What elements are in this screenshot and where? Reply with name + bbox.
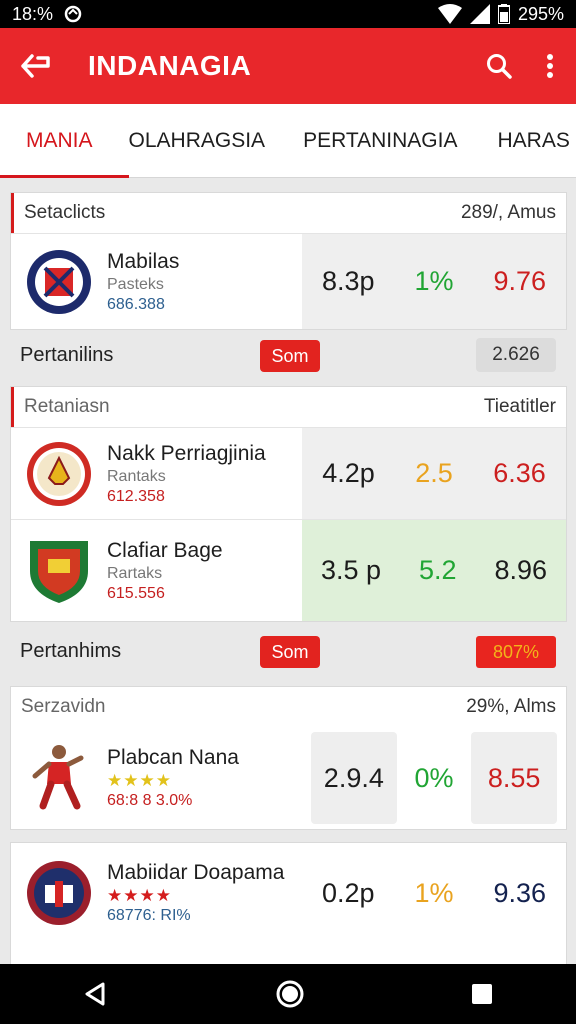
odds-value[interactable]: 8.96	[494, 555, 547, 586]
sync-icon	[64, 5, 82, 23]
match-row[interactable]: Mabilas Pasteks 686.388 8.3p 1% 9.76	[11, 233, 566, 329]
odds-value[interactable]: 9.76	[493, 266, 546, 297]
tab-haras[interactable]: HARAS	[498, 104, 570, 178]
odds-value[interactable]: 0%	[414, 763, 453, 794]
tab-mania[interactable]: MANIA	[0, 104, 128, 178]
battery-percent: 295%	[517, 3, 564, 24]
player-photo	[23, 742, 95, 814]
status-time: 18:%	[12, 3, 54, 24]
team-number: 612.358	[107, 487, 165, 505]
team-number: 686.388	[107, 295, 165, 313]
odds-value[interactable]: 6.36	[493, 458, 546, 489]
battery-icon	[497, 4, 510, 24]
player-name: Plabcan Nana	[107, 746, 239, 769]
match-row[interactable]: Plabcan Nana ★★★★ 68:8 8 3.0% 2.9.4 0% 8…	[11, 727, 566, 829]
league-meta: 29%, Alms	[466, 696, 556, 717]
back-button[interactable]	[0, 52, 72, 80]
odds-group: 0.2p 1% 9.36	[302, 843, 566, 943]
odds-group: 8.3p 1% 9.76	[302, 234, 566, 329]
signal-icon	[469, 4, 490, 24]
league-header: Serzavidn 29%, Alms	[11, 687, 566, 727]
odds-group: 4.2p 2.5 6.36	[302, 428, 566, 519]
app-title: INDANAGIA	[88, 50, 252, 81]
odds-group: 3.5 p 5.2 8.96	[302, 520, 566, 621]
team-name: Nakk Perriagjinia	[107, 441, 266, 465]
league-header: Setaclicts 289/, Amus	[11, 193, 566, 233]
summary-value: 807%	[476, 636, 556, 668]
league-meta: Tieatitler	[483, 396, 556, 417]
tab-bar: MANIA OLAHRAGSIA PERTANINAGIA HARAS	[0, 104, 576, 178]
tab-olahragsia[interactable]: OLAHRAGSIA	[129, 104, 266, 178]
nav-recents-icon[interactable]	[471, 983, 493, 1005]
odds-value[interactable]: 3.5 p	[321, 555, 381, 586]
app-bar: INDANAGIA	[0, 28, 576, 104]
team-crest-icon	[23, 438, 95, 510]
summary-value: 2.626	[476, 338, 556, 372]
more-vert-icon[interactable]	[546, 53, 554, 79]
rating-stars: ★★★★	[107, 886, 172, 905]
system-nav-bar	[0, 964, 576, 1024]
search-icon[interactable]	[486, 53, 512, 79]
odds-value[interactable]: 2.5	[415, 458, 453, 489]
team-subtitle: Rartaks	[107, 564, 163, 582]
league-title: Serzavidn	[21, 696, 106, 717]
nav-back-icon[interactable]	[83, 981, 109, 1007]
odds-value[interactable]: 9.36	[493, 878, 546, 909]
odds-value[interactable]: 5.2	[419, 555, 457, 586]
odds-value[interactable]: 4.2p	[322, 458, 375, 489]
som-badge[interactable]: Som	[260, 340, 320, 372]
match-row[interactable]: Nakk Perriagjinia Rantaks 612.358 4.2p 2…	[11, 427, 566, 519]
summary-label: Pertanhims	[20, 639, 122, 662]
nav-home-icon[interactable]	[275, 979, 305, 1009]
team-name: Mabiidar Doapama	[107, 861, 285, 884]
team-name: Clafiar Bage	[107, 538, 223, 562]
team-number: 68776: RI%	[107, 907, 191, 924]
league-card: Mabiidar Doapama ★★★★ 68776: RI% 0.2p 1%…	[10, 842, 567, 964]
rating-stars: ★★★★	[107, 771, 172, 790]
league-title: Retaniasn	[24, 396, 110, 417]
team-subtitle: Pasteks	[107, 275, 164, 293]
team-crest-icon	[23, 535, 95, 607]
league-meta: 289/, Amus	[460, 202, 556, 223]
player-stat: 68:8 8 3.0%	[107, 792, 193, 809]
back-arrow-icon	[21, 54, 50, 78]
team-subtitle: Rantaks	[107, 467, 166, 485]
summary-bar: Pertanhims Som 807%	[0, 626, 576, 676]
league-card: Retaniasn Tieatitler Nakk Perriagjinia R…	[10, 386, 567, 622]
league-card: Serzavidn 29%, Alms Plabcan Nana ★★★★ 68…	[10, 686, 567, 830]
status-bar: 18:% 295%	[0, 0, 576, 28]
odds-value[interactable]: 8.55	[471, 732, 558, 824]
league-title: Setaclicts	[24, 202, 106, 223]
tab-pertaninagia[interactable]: PERTANINAGIA	[303, 104, 457, 178]
odds-value[interactable]: 0.2p	[322, 878, 375, 909]
match-row[interactable]: Clafiar Bage Rartaks 615.556 3.5 p 5.2 8…	[11, 519, 566, 621]
summary-label: Pertanilins	[20, 343, 114, 366]
league-header: Retaniasn Tieatitler	[11, 387, 566, 427]
odds-value[interactable]: 2.9.4	[310, 732, 397, 824]
summary-bar: Pertanilins Som 2.626	[0, 330, 576, 380]
team-crest-icon	[23, 857, 95, 929]
odds-value[interactable]: 1%	[414, 878, 453, 909]
team-number: 615.556	[107, 584, 165, 602]
match-row[interactable]: Mabiidar Doapama ★★★★ 68776: RI% 0.2p 1%…	[11, 843, 566, 943]
team-name: Mabilas	[107, 249, 180, 273]
match-list: Setaclicts 289/, Amus Mabilas Pasteks 68…	[0, 178, 576, 964]
team-crest-icon	[23, 246, 95, 318]
league-card: Setaclicts 289/, Amus Mabilas Pasteks 68…	[10, 192, 567, 330]
odds-value[interactable]: 1%	[414, 266, 453, 297]
wifi-icon	[437, 4, 462, 24]
som-badge[interactable]: Som	[260, 636, 320, 668]
odds-group: 2.9.4 0% 8.55	[302, 727, 566, 829]
odds-value[interactable]: 8.3p	[322, 266, 375, 297]
